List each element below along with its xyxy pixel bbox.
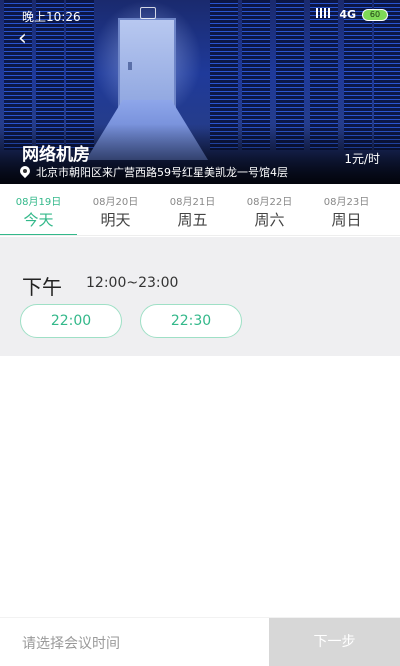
date-tab-weekday: 明天 [100,211,131,229]
date-tab-saturday[interactable]: 08月22日 周六 [231,184,308,235]
venue-address: 北京市朝阳区来广营西路59号红星美凯龙一号馆4层 [36,166,288,179]
date-tab-date: 08月21日 [169,197,216,208]
signal-icon [316,8,330,18]
next-step-button[interactable]: 下一步 [269,618,400,666]
door [118,18,176,110]
status-time: 晚上10:26 [22,10,81,24]
address-row: 北京市朝阳区来广营西路59号红星美凯龙一号馆4层 [20,164,288,180]
time-slot-button[interactable]: 22:00 [20,304,122,338]
date-tab-tomorrow[interactable]: 08月20日 明天 [77,184,154,235]
date-tab-date: 08月20日 [92,197,139,208]
date-tab-weekday: 周日 [331,211,362,229]
date-tab-sunday[interactable]: 08月23日 周日 [308,184,385,235]
location-pin-icon [20,166,30,178]
select-time-hint: 请选择会议时间 [22,636,120,652]
date-tab-weekday: 周六 [254,211,285,229]
date-tab-date: 08月19日 [15,197,62,208]
bottom-action-bar: 请选择会议时间 下一步 [0,617,400,666]
date-tab-weekday: 周五 [177,211,208,229]
period-label: 下午 [22,275,62,299]
date-tab-date: 08月23日 [323,197,370,208]
date-tab-weekday: 今天 [23,211,54,229]
venue-price: 1元/时 [344,152,380,166]
time-slot-section: 下午 12:00~23:00 22:00 22:30 [0,237,400,356]
chevron-left-icon[interactable]: ‹ [18,28,38,50]
date-tab-today[interactable]: 08月19日 今天 [0,184,77,235]
date-tab-date: 08月22日 [246,197,293,208]
active-tab-indicator [0,234,77,235]
date-tab-friday[interactable]: 08月21日 周五 [154,184,231,235]
status-bar: 晚上10:26 4G 60 [0,6,400,26]
notification-icon [140,7,156,19]
venue-name: 网络机房 [22,145,90,165]
date-tabs: 08月19日 今天 08月20日 明天 08月21日 周五 08月22日 周六 … [0,184,400,236]
venue-hero-image: 晚上10:26 4G 60 ‹ 网络机房 1元/时 北京市朝阳区来广营西路59号… [0,0,400,184]
time-slot-button[interactable]: 22:30 [140,304,242,338]
network-type: 4G [339,8,356,21]
battery-icon: 60 [362,9,388,21]
period-range: 12:00~23:00 [86,275,179,291]
